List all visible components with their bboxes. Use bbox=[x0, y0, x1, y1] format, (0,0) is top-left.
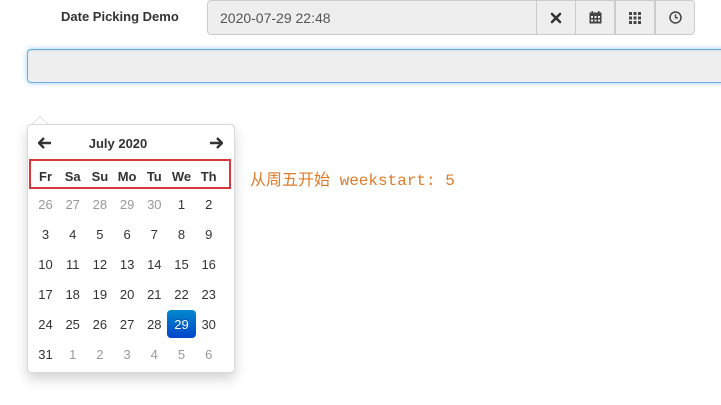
weekday-header-3: Mo bbox=[117, 169, 137, 184]
arrow-left-icon bbox=[38, 137, 51, 149]
focused-date-input[interactable] bbox=[27, 49, 721, 83]
day-cell[interactable]: 9 bbox=[194, 220, 223, 248]
day-cell[interactable]: 23 bbox=[194, 280, 223, 308]
day-cell[interactable]: 27 bbox=[58, 190, 87, 218]
prev-month-button[interactable] bbox=[32, 132, 58, 154]
time-button[interactable] bbox=[655, 0, 695, 35]
date-input[interactable]: 2020-07-29 22:48 bbox=[207, 0, 537, 35]
day-cell[interactable]: 18 bbox=[58, 280, 87, 308]
day-cell[interactable]: 7 bbox=[140, 220, 169, 248]
day-cell[interactable]: 15 bbox=[167, 250, 196, 278]
day-cell[interactable]: 30 bbox=[194, 310, 223, 338]
day-cell[interactable]: 19 bbox=[85, 280, 114, 308]
day-cell[interactable]: 3 bbox=[113, 340, 142, 368]
day-cell[interactable]: 10 bbox=[31, 250, 60, 278]
day-cell[interactable]: 20 bbox=[113, 280, 142, 308]
day-cell[interactable]: 11 bbox=[58, 250, 87, 278]
weekday-header-0: Fr bbox=[39, 169, 52, 184]
weekday-header-2: Su bbox=[91, 169, 109, 184]
weekstart-annotation: 从周五开始 weekstart: 5 bbox=[250, 172, 455, 190]
day-cell[interactable]: 28 bbox=[85, 190, 114, 218]
day-cell[interactable]: 1 bbox=[167, 190, 196, 218]
day-cell[interactable]: 2 bbox=[85, 340, 114, 368]
day-cell[interactable]: 14 bbox=[140, 250, 169, 278]
day-cell[interactable]: 13 bbox=[113, 250, 142, 278]
day-cell[interactable]: 4 bbox=[140, 340, 169, 368]
calendar-icon bbox=[589, 11, 601, 24]
day-cell[interactable]: 24 bbox=[31, 310, 60, 338]
close-icon bbox=[550, 12, 562, 23]
month-title[interactable]: July 2020 bbox=[60, 136, 176, 151]
grid-icon bbox=[629, 11, 641, 24]
picker-caret-inner bbox=[33, 117, 47, 124]
weekday-header-row: Fr Sa Su Mo Tu We Th bbox=[29, 159, 231, 189]
day-cell[interactable]: 31 bbox=[31, 340, 60, 368]
day-cell[interactable]: 5 bbox=[167, 340, 196, 368]
day-cell[interactable]: 6 bbox=[113, 220, 142, 248]
day-cell[interactable]: 26 bbox=[85, 310, 114, 338]
day-cell-selected[interactable]: 29 bbox=[167, 310, 196, 338]
clear-button[interactable] bbox=[536, 0, 576, 35]
weekday-header-6: Th bbox=[200, 169, 217, 184]
day-cell[interactable]: 5 bbox=[85, 220, 114, 248]
day-cell[interactable]: 21 bbox=[140, 280, 169, 308]
day-cell[interactable]: 6 bbox=[194, 340, 223, 368]
day-cell[interactable]: 25 bbox=[58, 310, 87, 338]
day-cell[interactable]: 12 bbox=[85, 250, 114, 278]
day-cell[interactable]: 3 bbox=[31, 220, 60, 248]
form-label: Date Picking Demo bbox=[61, 9, 179, 24]
day-cell[interactable]: 16 bbox=[194, 250, 223, 278]
calendar-button[interactable] bbox=[575, 0, 615, 35]
weekday-header-5: We bbox=[171, 169, 192, 184]
day-cell[interactable]: 17 bbox=[31, 280, 60, 308]
day-cell[interactable]: 26 bbox=[31, 190, 60, 218]
day-cell[interactable]: 22 bbox=[167, 280, 196, 308]
clock-icon bbox=[668, 11, 682, 24]
day-cell[interactable]: 30 bbox=[140, 190, 169, 218]
day-cell[interactable]: 27 bbox=[113, 310, 142, 338]
day-cell[interactable]: 29 bbox=[113, 190, 142, 218]
view-grid-button[interactable] bbox=[615, 0, 655, 35]
day-cell[interactable]: 1 bbox=[58, 340, 87, 368]
day-cell[interactable]: 2 bbox=[194, 190, 223, 218]
day-cell[interactable]: 4 bbox=[58, 220, 87, 248]
day-cell[interactable]: 8 bbox=[167, 220, 196, 248]
day-cell[interactable]: 28 bbox=[140, 310, 169, 338]
weekday-header-4: Tu bbox=[146, 169, 162, 184]
arrow-right-icon bbox=[210, 137, 223, 149]
weekday-header-1: Sa bbox=[64, 169, 81, 184]
next-month-button[interactable] bbox=[203, 132, 229, 154]
